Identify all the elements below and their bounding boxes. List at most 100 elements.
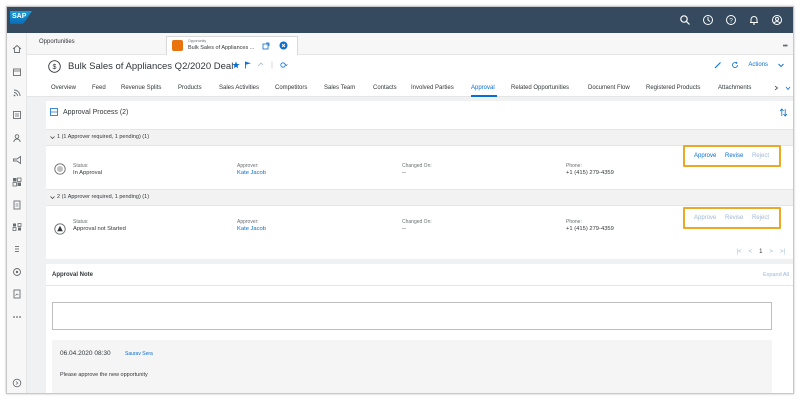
changed-on-value: -- <box>402 226 406 232</box>
customers-icon[interactable] <box>12 110 22 120</box>
pagination: |< < 1 > >| <box>737 249 786 255</box>
edit-icon[interactable] <box>714 61 722 69</box>
tab-opportunities[interactable]: Opportunities <box>39 39 75 45</box>
tab-sales-team[interactable]: Sales Team <box>324 85 355 91</box>
chevron-down-icon[interactable] <box>50 135 55 140</box>
sales-icon[interactable] <box>12 222 22 232</box>
collapse-icon[interactable] <box>12 378 22 388</box>
approval-actions-group: Approve Revise Reject <box>683 207 781 229</box>
note-author-link[interactable]: Saurav Sera <box>125 351 153 357</box>
tab-revenue-splits[interactable]: Revenue Splits <box>121 85 161 91</box>
approval-process-header: Approval Process (2) <box>46 101 793 121</box>
history-icon[interactable] <box>702 14 714 26</box>
tab-approval[interactable]: Approval <box>471 85 495 91</box>
tab-opportunity-detail[interactable]: Opportunity Bulk Sales of Appliances ... <box>166 36 298 55</box>
chevron-down-icon[interactable] <box>777 61 785 69</box>
contact-icon[interactable] <box>12 133 22 143</box>
approval-group-row[interactable]: 1 (1 Approver required, 1 pending) (1) <box>46 129 793 146</box>
tab-related-opportunities[interactable]: Related Opportunities <box>511 85 569 91</box>
tab-registered-products[interactable]: Registered Products <box>646 85 700 91</box>
settings-icon[interactable] <box>12 267 22 277</box>
approve-button[interactable]: Approve <box>694 215 716 221</box>
approver-row: Status: Approval not Started Approver: K… <box>46 206 793 246</box>
svg-text:$: $ <box>53 64 57 71</box>
related-actions-icon[interactable] <box>280 61 288 69</box>
tab-title: Bulk Sales of Appliances ... <box>188 45 255 51</box>
tab-sales-activities[interactable]: Sales Activities <box>219 85 259 91</box>
approval-note-card: Approval Note Expand All 06.04.2020 08:3… <box>46 264 793 393</box>
open-new-window-icon[interactable] <box>262 42 270 50</box>
tab-involved-parties[interactable]: Involved Parties <box>411 85 454 91</box>
more-icon[interactable] <box>12 312 22 322</box>
note-input[interactable] <box>52 302 772 330</box>
close-tab-icon[interactable] <box>279 41 288 50</box>
chevron-down-icon[interactable] <box>50 195 55 200</box>
phone-label: Phone: <box>566 163 582 169</box>
refresh-icon[interactable] <box>731 61 739 69</box>
changed-on-label: Changed On: <box>402 219 432 225</box>
approve-button[interactable]: Approve <box>694 153 716 159</box>
last-page-button[interactable]: >| <box>780 249 785 255</box>
reject-button[interactable]: Reject <box>752 215 769 221</box>
tab-subtitle: Opportunity <box>188 39 207 43</box>
revise-button[interactable]: Revise <box>725 153 743 159</box>
section-tabs: Overview Feed Revenue Splits Products Sa… <box>27 79 793 97</box>
tab-products[interactable]: Products <box>178 85 202 91</box>
more-tabs-icon[interactable]: ••• <box>783 43 788 50</box>
tabs-scroll-right-icon[interactable] <box>773 85 779 91</box>
first-page-button[interactable]: |< <box>737 249 742 255</box>
tab-contacts[interactable]: Contacts <box>373 85 397 91</box>
tab-document-flow[interactable]: Document Flow <box>588 85 630 91</box>
revise-button[interactable]: Revise <box>725 215 743 221</box>
tab-attachments[interactable]: Attachments <box>718 85 751 91</box>
approver-label: Approver: <box>237 219 259 225</box>
feed-icon[interactable] <box>12 88 22 98</box>
notifications-icon[interactable] <box>748 14 760 26</box>
calendar-icon[interactable] <box>12 67 22 77</box>
group-label: 2 (1 Approver required, 1 pending) (1) <box>57 194 150 200</box>
favorite-icon[interactable] <box>232 61 240 69</box>
approver-link[interactable]: Kate Jacob <box>237 226 266 232</box>
in-approval-status-icon <box>54 163 66 175</box>
status-label: Status: <box>73 219 89 225</box>
page-number[interactable]: 1 <box>759 249 762 255</box>
group-label: 1 (1 Approver required, 1 pending) (1) <box>57 134 150 140</box>
phone-value: +1 (415) 279-4359 <box>566 170 614 176</box>
reports-icon[interactable] <box>12 289 22 299</box>
sap-logo[interactable]: SAP <box>10 11 32 24</box>
approval-process-card: Approval Process (2) 1 (1 Approver requi… <box>46 101 793 259</box>
activities-icon[interactable] <box>12 177 22 187</box>
tab-bar: Opportunities Opportunity Bulk Sales of … <box>27 33 793 55</box>
approval-group-row[interactable]: 2 (1 Approver required, 1 pending) (1) <box>46 189 793 206</box>
help-icon[interactable]: ? <box>725 14 737 26</box>
object-header: $ Bulk Sales of Appliances Q2/2020 Deal … <box>27 56 793 76</box>
previous-page-button[interactable]: < <box>749 249 753 255</box>
changed-on-value: -- <box>402 170 406 176</box>
user-icon[interactable] <box>771 14 783 26</box>
approval-note-title: Approval Note <box>52 272 94 278</box>
tabs-overflow-icon[interactable] <box>785 85 791 91</box>
sort-icon[interactable] <box>779 108 788 117</box>
documents-icon[interactable] <box>12 200 22 210</box>
tab-competitors[interactable]: Competitors <box>275 85 307 91</box>
status-value: Approval not Started <box>73 226 126 232</box>
search-icon[interactable] <box>679 14 691 26</box>
tab-overview[interactable]: Overview <box>51 85 76 91</box>
approver-link[interactable]: Kate Jacob <box>237 170 266 176</box>
content-area: Approval Process (2) 1 (1 Approver requi… <box>27 97 793 393</box>
next-page-button[interactable]: > <box>769 249 773 255</box>
campaign-icon[interactable] <box>12 155 22 165</box>
tab-feed[interactable]: Feed <box>92 85 106 91</box>
flag-icon[interactable] <box>244 61 252 69</box>
reject-button[interactable]: Reject <box>752 153 769 159</box>
shell-bar: SAP ? <box>7 7 793 33</box>
expand-all-link[interactable]: Expand All <box>763 272 789 278</box>
left-navigation <box>7 33 27 393</box>
share-icon[interactable] <box>256 61 264 69</box>
actions-button[interactable]: Actions <box>748 62 768 68</box>
home-icon[interactable] <box>12 44 22 54</box>
list-icon[interactable] <box>12 244 22 254</box>
note-timestamp: 06.04.2020 08:30 <box>60 350 111 357</box>
approver-label: Approver: <box>237 163 259 169</box>
phone-label: Phone: <box>566 219 582 225</box>
